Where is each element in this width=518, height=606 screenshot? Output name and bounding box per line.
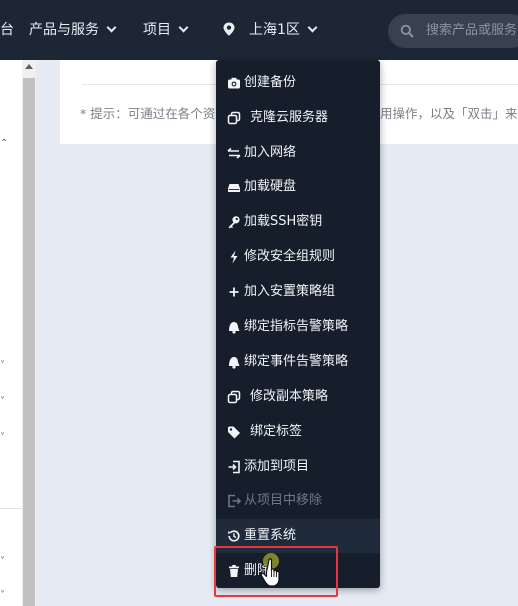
location-pin-icon: [223, 22, 235, 36]
chevron-down-icon: [307, 22, 318, 33]
projects-menu[interactable]: 项目: [143, 0, 189, 60]
alarm-icon: [229, 322, 240, 334]
sidebar-edge-mark: ˅: [0, 432, 5, 443]
search-placeholder: 搜索产品或服务: [426, 23, 518, 38]
history-icon: [228, 530, 240, 542]
menu-item-label: 修改安全组规则: [244, 249, 336, 264]
chevron-down-icon: [106, 22, 117, 33]
menu-item-attach-ssh-key[interactable]: 加载SSH密钥: [216, 205, 380, 239]
menu-item-join-network[interactable]: 加入网络: [216, 136, 380, 170]
hint-text-start: * 提示：可通过在各个资: [80, 106, 216, 121]
lightning-icon: [230, 250, 238, 264]
scroll-up-arrow-icon[interactable]: [25, 64, 33, 69]
menu-item-label: 加入安置策略组: [244, 284, 336, 299]
copy-icon: [227, 111, 241, 125]
disk-icon: [228, 184, 240, 192]
menu-item-label: 绑定指标告警策略: [244, 319, 349, 334]
search-box[interactable]: 搜索产品或服务: [388, 14, 518, 48]
alarm-icon: [229, 357, 240, 369]
region-label: 上海1区: [249, 22, 300, 38]
sidebar-edge-mark: ˅: [0, 396, 5, 407]
copy-icon: [227, 390, 241, 404]
camera-icon: [228, 77, 240, 89]
menu-item-label: 修改副本策略: [250, 389, 329, 404]
menu-item-label: 绑定标签: [250, 424, 303, 439]
search-icon: [400, 24, 414, 38]
products-menu[interactable]: 产品与服务: [29, 0, 117, 60]
region-selector[interactable]: 上海1区: [249, 0, 318, 60]
projects-menu-label: 项目: [143, 22, 171, 38]
menu-item-bind-tag[interactable]: 绑定标签: [216, 415, 380, 449]
menu-item-modify-replica-policy[interactable]: 修改副本策略: [216, 380, 380, 414]
products-menu-label: 产品与服务: [29, 22, 99, 38]
sidebar-edge-mark: ˅: [0, 590, 5, 601]
sidebar-edge-mark: ˅: [0, 360, 5, 371]
hint-text-end: 用操作，以及「双击」来: [380, 106, 518, 121]
menu-item-bind-event-alarm[interactable]: 绑定事件告警策略: [216, 345, 380, 379]
plus-icon: [229, 287, 239, 297]
sidebar-edge-mark: ˅: [0, 556, 5, 567]
menu-item-label: 克隆云服务器: [250, 110, 329, 125]
network-join-icon: [227, 147, 241, 159]
menu-item-modify-security-group[interactable]: 修改安全组规则: [216, 240, 380, 274]
menu-item-label: 从项目中移除: [244, 493, 323, 508]
console-label-fragment[interactable]: 台: [0, 0, 14, 60]
menu-item-bind-metric-alarm[interactable]: 绑定指标告警策略: [216, 310, 380, 344]
sign-in-icon: [228, 460, 240, 474]
menu-item-attach-disk[interactable]: 加载硬盘: [216, 170, 380, 204]
menu-item-join-placement-group[interactable]: 加入安置策略组: [216, 275, 380, 309]
menu-item-create-backup[interactable]: 创建备份: [216, 66, 380, 100]
menu-item-label: 添加到项目: [244, 459, 310, 474]
menu-item-add-to-project[interactable]: 添加到项目: [216, 450, 380, 484]
menu-item-label: 创建备份: [244, 75, 297, 90]
key-icon: [228, 216, 240, 229]
chevron-down-icon: [178, 22, 189, 33]
sidebar-edge-mark: ⌃: [0, 138, 9, 149]
menu-item-label: 加载硬盘: [244, 179, 297, 194]
hand-cursor-icon: [260, 553, 280, 587]
tag-icon: [228, 426, 240, 439]
menu-item-label: 绑定事件告警策略: [244, 354, 349, 369]
scrollbar-thumb[interactable]: [23, 78, 35, 606]
menu-item-label: 加入网络: [244, 145, 297, 160]
top-nav-bar: 台 产品与服务 项目 上海1区 搜索产品或服务: [0, 0, 518, 60]
menu-item-clone-server[interactable]: 克隆云服务器: [216, 101, 380, 135]
sign-out-icon: [228, 494, 241, 508]
menu-item-label: 加载SSH密钥: [244, 214, 323, 229]
menu-item-remove-from-project: 从项目中移除: [216, 484, 380, 518]
